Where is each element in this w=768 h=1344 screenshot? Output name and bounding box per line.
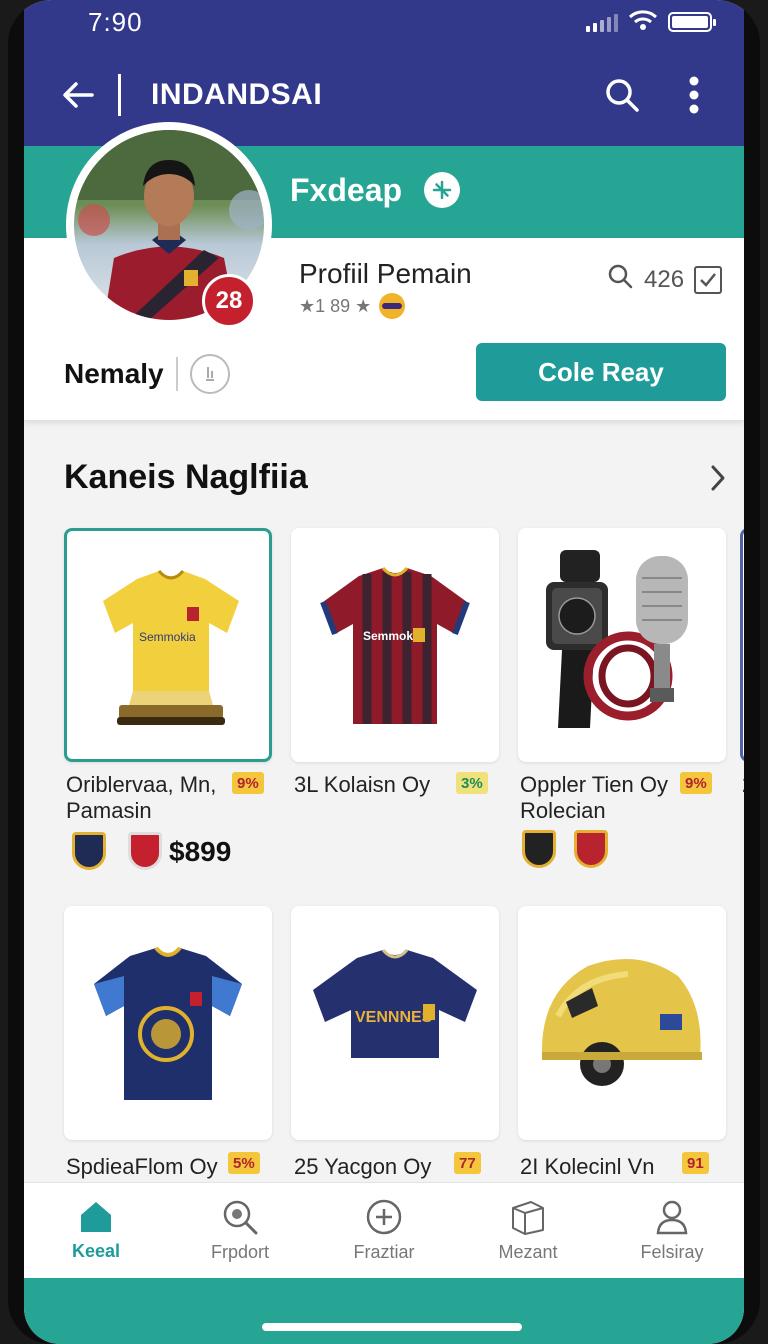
divider xyxy=(118,74,121,116)
discount-badge: 5% xyxy=(228,1152,260,1174)
product-card[interactable] xyxy=(64,906,272,1140)
signal-icon xyxy=(586,12,618,32)
page-title: INDANDSAI xyxy=(151,78,323,111)
plus-circle-icon xyxy=(366,1199,402,1235)
team-flag-icon xyxy=(379,293,406,319)
svg-text:VENNNES: VENNNES xyxy=(355,1009,433,1026)
discount-badge: 77 xyxy=(454,1152,481,1174)
nav-add[interactable]: Fraztiar xyxy=(312,1183,456,1278)
product-image xyxy=(94,946,242,1100)
nav-label: Keeal xyxy=(71,1241,121,1261)
status-time: 7:90 xyxy=(88,6,143,37)
bottom-bar xyxy=(24,1278,744,1344)
rating-text: ★1 89 ★ xyxy=(299,295,372,316)
checkbox-icon[interactable] xyxy=(694,265,723,294)
nav-home[interactable]: Keeal xyxy=(24,1183,168,1278)
discount-badge: 9% xyxy=(680,772,712,794)
user-icon xyxy=(656,1200,688,1235)
search-icon[interactable] xyxy=(606,262,634,297)
phone-frame: 7:90 INDANDSAI Fxdeap 28 Profiil Pemain … xyxy=(8,0,760,1344)
bottom-navigation: Keeal Frpdort Fraztiar Mezant Felsiray xyxy=(24,1182,744,1278)
nav-label: Frpdort xyxy=(210,1242,270,1262)
nav-profile[interactable]: Felsiray xyxy=(600,1183,744,1278)
stats-group: 426 xyxy=(606,262,723,297)
product-image: Semmokia xyxy=(103,569,239,725)
club-crest-icon xyxy=(522,830,556,868)
rating: ★1 89 ★ xyxy=(299,293,406,319)
discount-badge: 9% xyxy=(232,772,264,794)
app-screen: 7:90 INDANDSAI Fxdeap 28 Profiil Pemain … xyxy=(24,0,744,1344)
product-price: $899 xyxy=(169,836,232,867)
nav-label: Felsiray xyxy=(640,1242,704,1262)
primary-action-button[interactable]: Cole Reay xyxy=(476,343,726,401)
jersey-number-badge: 28 xyxy=(202,274,256,328)
product-image: VENNNES xyxy=(313,948,477,1058)
info-icon[interactable] xyxy=(189,354,230,394)
chevron-right-icon[interactable] xyxy=(698,458,738,498)
product-image: Semmoka xyxy=(320,566,470,724)
nav-label: Fraztiar xyxy=(353,1242,415,1262)
product-card[interactable]: Semmokia xyxy=(64,528,272,762)
box-icon xyxy=(512,1201,544,1235)
product-name: 25 Yacgon Oy xyxy=(294,1154,432,1179)
nav-search[interactable]: Frpdort xyxy=(168,1183,312,1278)
product-name: 2I Kolecinl Vn xyxy=(520,1154,655,1179)
nav-label: Mezant xyxy=(498,1242,558,1262)
svg-text:Semmoka: Semmoka xyxy=(363,629,420,643)
profile-label: Nemaly xyxy=(64,358,164,389)
product-card[interactable] xyxy=(518,528,726,762)
product-card[interactable]: Semmoka xyxy=(291,528,499,762)
product-name: Oppler Tien Oy Rolecian xyxy=(520,772,668,823)
stat-count: 426 xyxy=(644,265,685,293)
product-card-partial[interactable] xyxy=(740,528,744,762)
back-arrow-icon[interactable] xyxy=(58,75,98,115)
status-bar: 7:90 xyxy=(24,0,744,44)
svg-text:Semmokia: Semmokia xyxy=(139,630,196,644)
section-title: Kaneis Naglfiia xyxy=(64,458,308,496)
battery-icon xyxy=(668,12,716,32)
search-icon xyxy=(223,1200,258,1235)
home-icon xyxy=(81,1202,111,1232)
club-crest-icon xyxy=(574,830,608,868)
verified-icon xyxy=(424,172,460,208)
product-image xyxy=(541,958,702,1086)
nav-products[interactable]: Mezant xyxy=(456,1183,600,1278)
club-crest-icon xyxy=(128,832,162,870)
discount-badge: 3% xyxy=(456,772,488,794)
product-card[interactable] xyxy=(518,906,726,1140)
product-name-partial: 2 xyxy=(742,772,744,798)
player-name: Fxdeap xyxy=(290,172,403,208)
club-crest-icon xyxy=(72,832,106,870)
search-icon[interactable] xyxy=(598,71,646,119)
product-name: Oriblervaa, Mn, Pamasin xyxy=(66,772,217,823)
profile-label-row: Nemaly xyxy=(64,354,230,394)
wifi-icon xyxy=(628,9,658,36)
home-indicator[interactable] xyxy=(262,1323,522,1331)
product-image xyxy=(546,550,688,728)
discount-badge: 91 xyxy=(682,1152,709,1174)
more-options-icon[interactable] xyxy=(670,71,718,119)
profile-subtitle: Profiil Pemain xyxy=(299,258,472,289)
product-name: 3L Kolaisn Oy xyxy=(294,772,431,797)
product-card[interactable]: VENNNES xyxy=(291,906,499,1140)
